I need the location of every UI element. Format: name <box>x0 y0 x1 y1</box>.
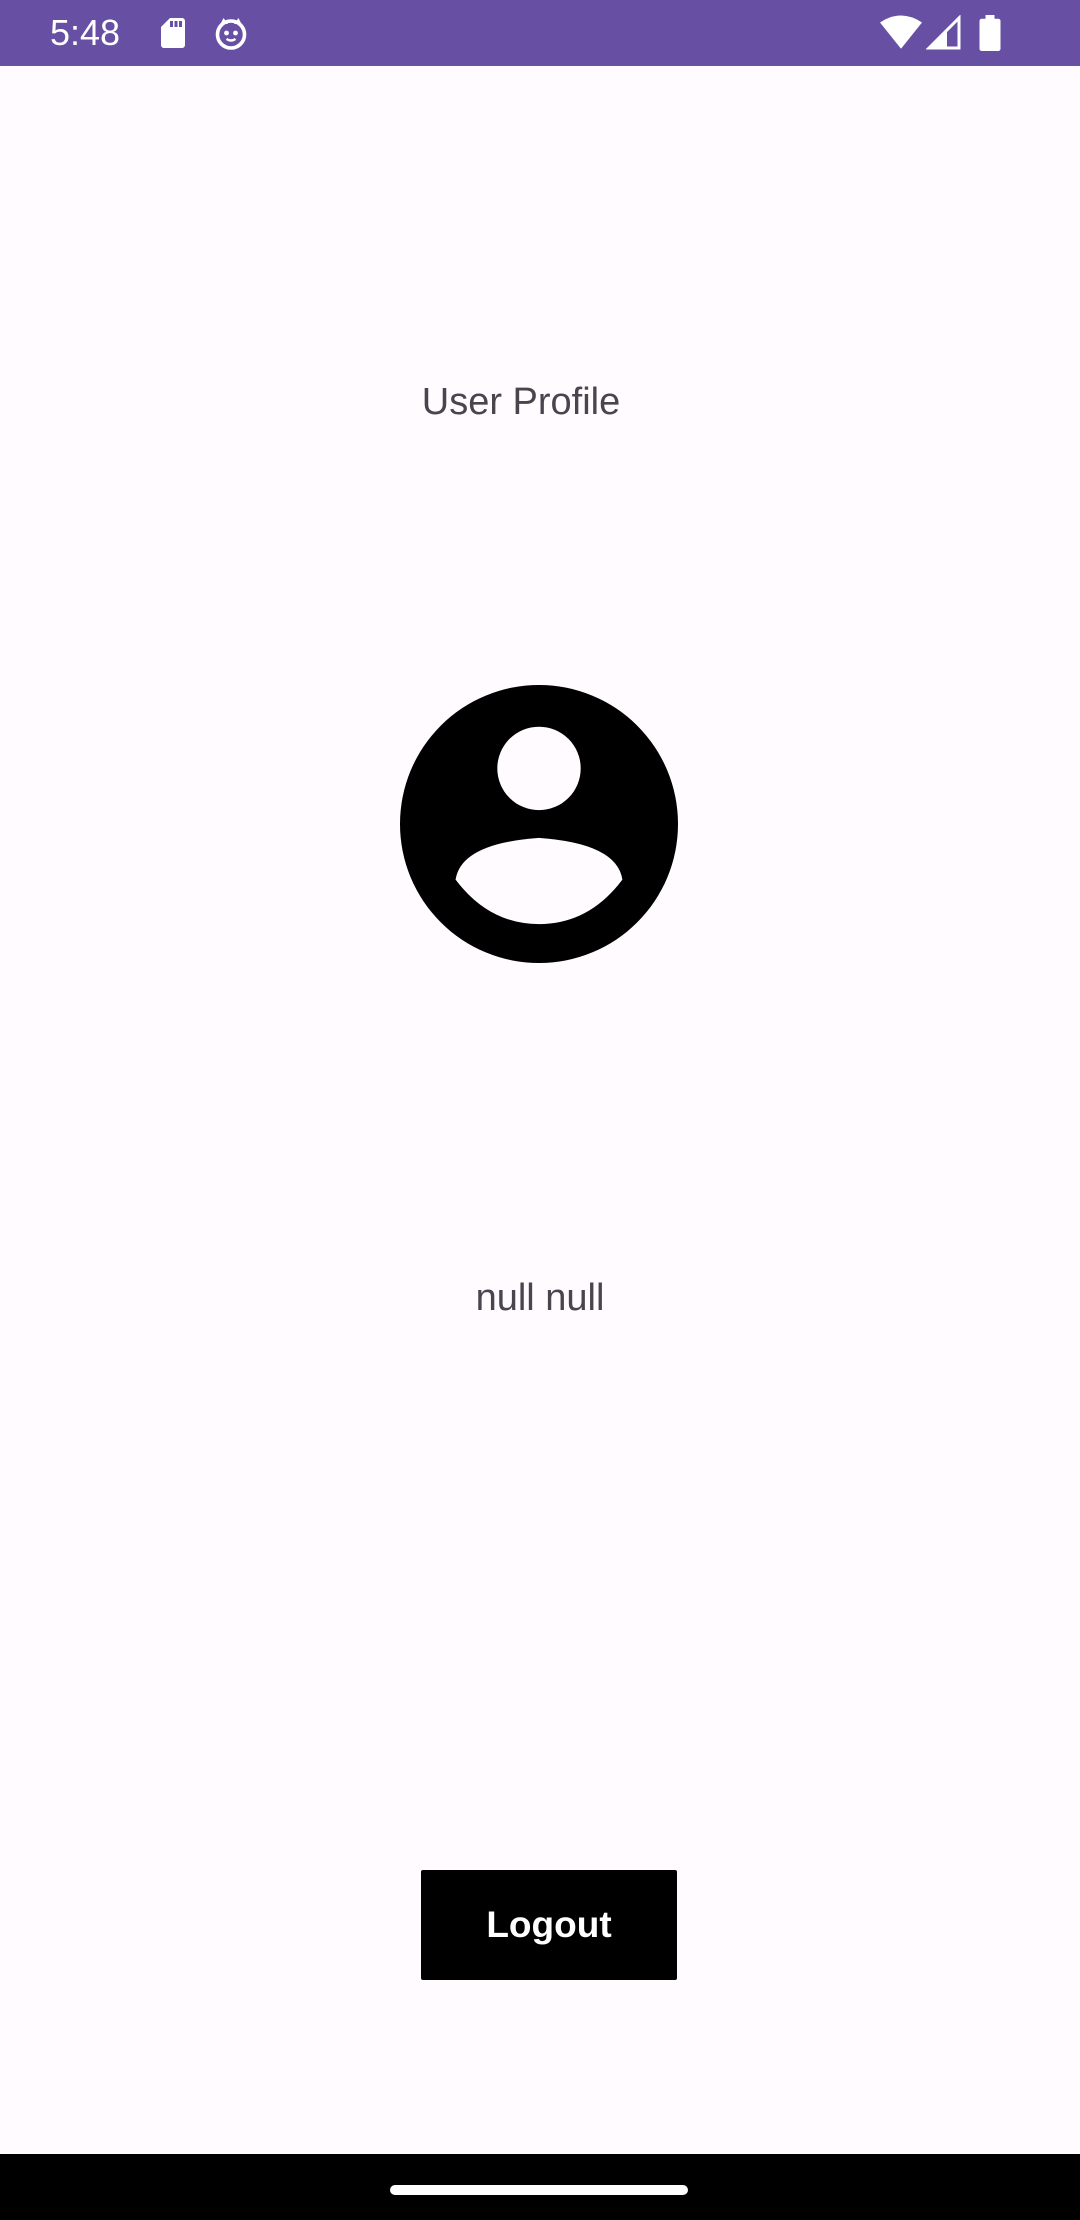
logout-button[interactable]: Logout <box>421 1870 677 1980</box>
account-circle-icon <box>400 685 678 963</box>
status-bar: 5:48 <box>0 0 1080 66</box>
status-time: 5:48 <box>50 12 121 53</box>
sd-card-icon <box>161 18 185 48</box>
cat-notification-icon <box>215 18 247 50</box>
battery-icon <box>979 15 1001 51</box>
profile-screen: 5:48 User Profile null null Logout <box>0 0 1080 2220</box>
cell-signal-icon <box>926 15 961 50</box>
home-gesture-handle[interactable] <box>390 2185 688 2195</box>
navigation-bar <box>0 2154 1080 2220</box>
wifi-icon <box>880 15 922 49</box>
user-name: null null <box>475 1277 605 1319</box>
page-title: User Profile <box>421 381 621 423</box>
